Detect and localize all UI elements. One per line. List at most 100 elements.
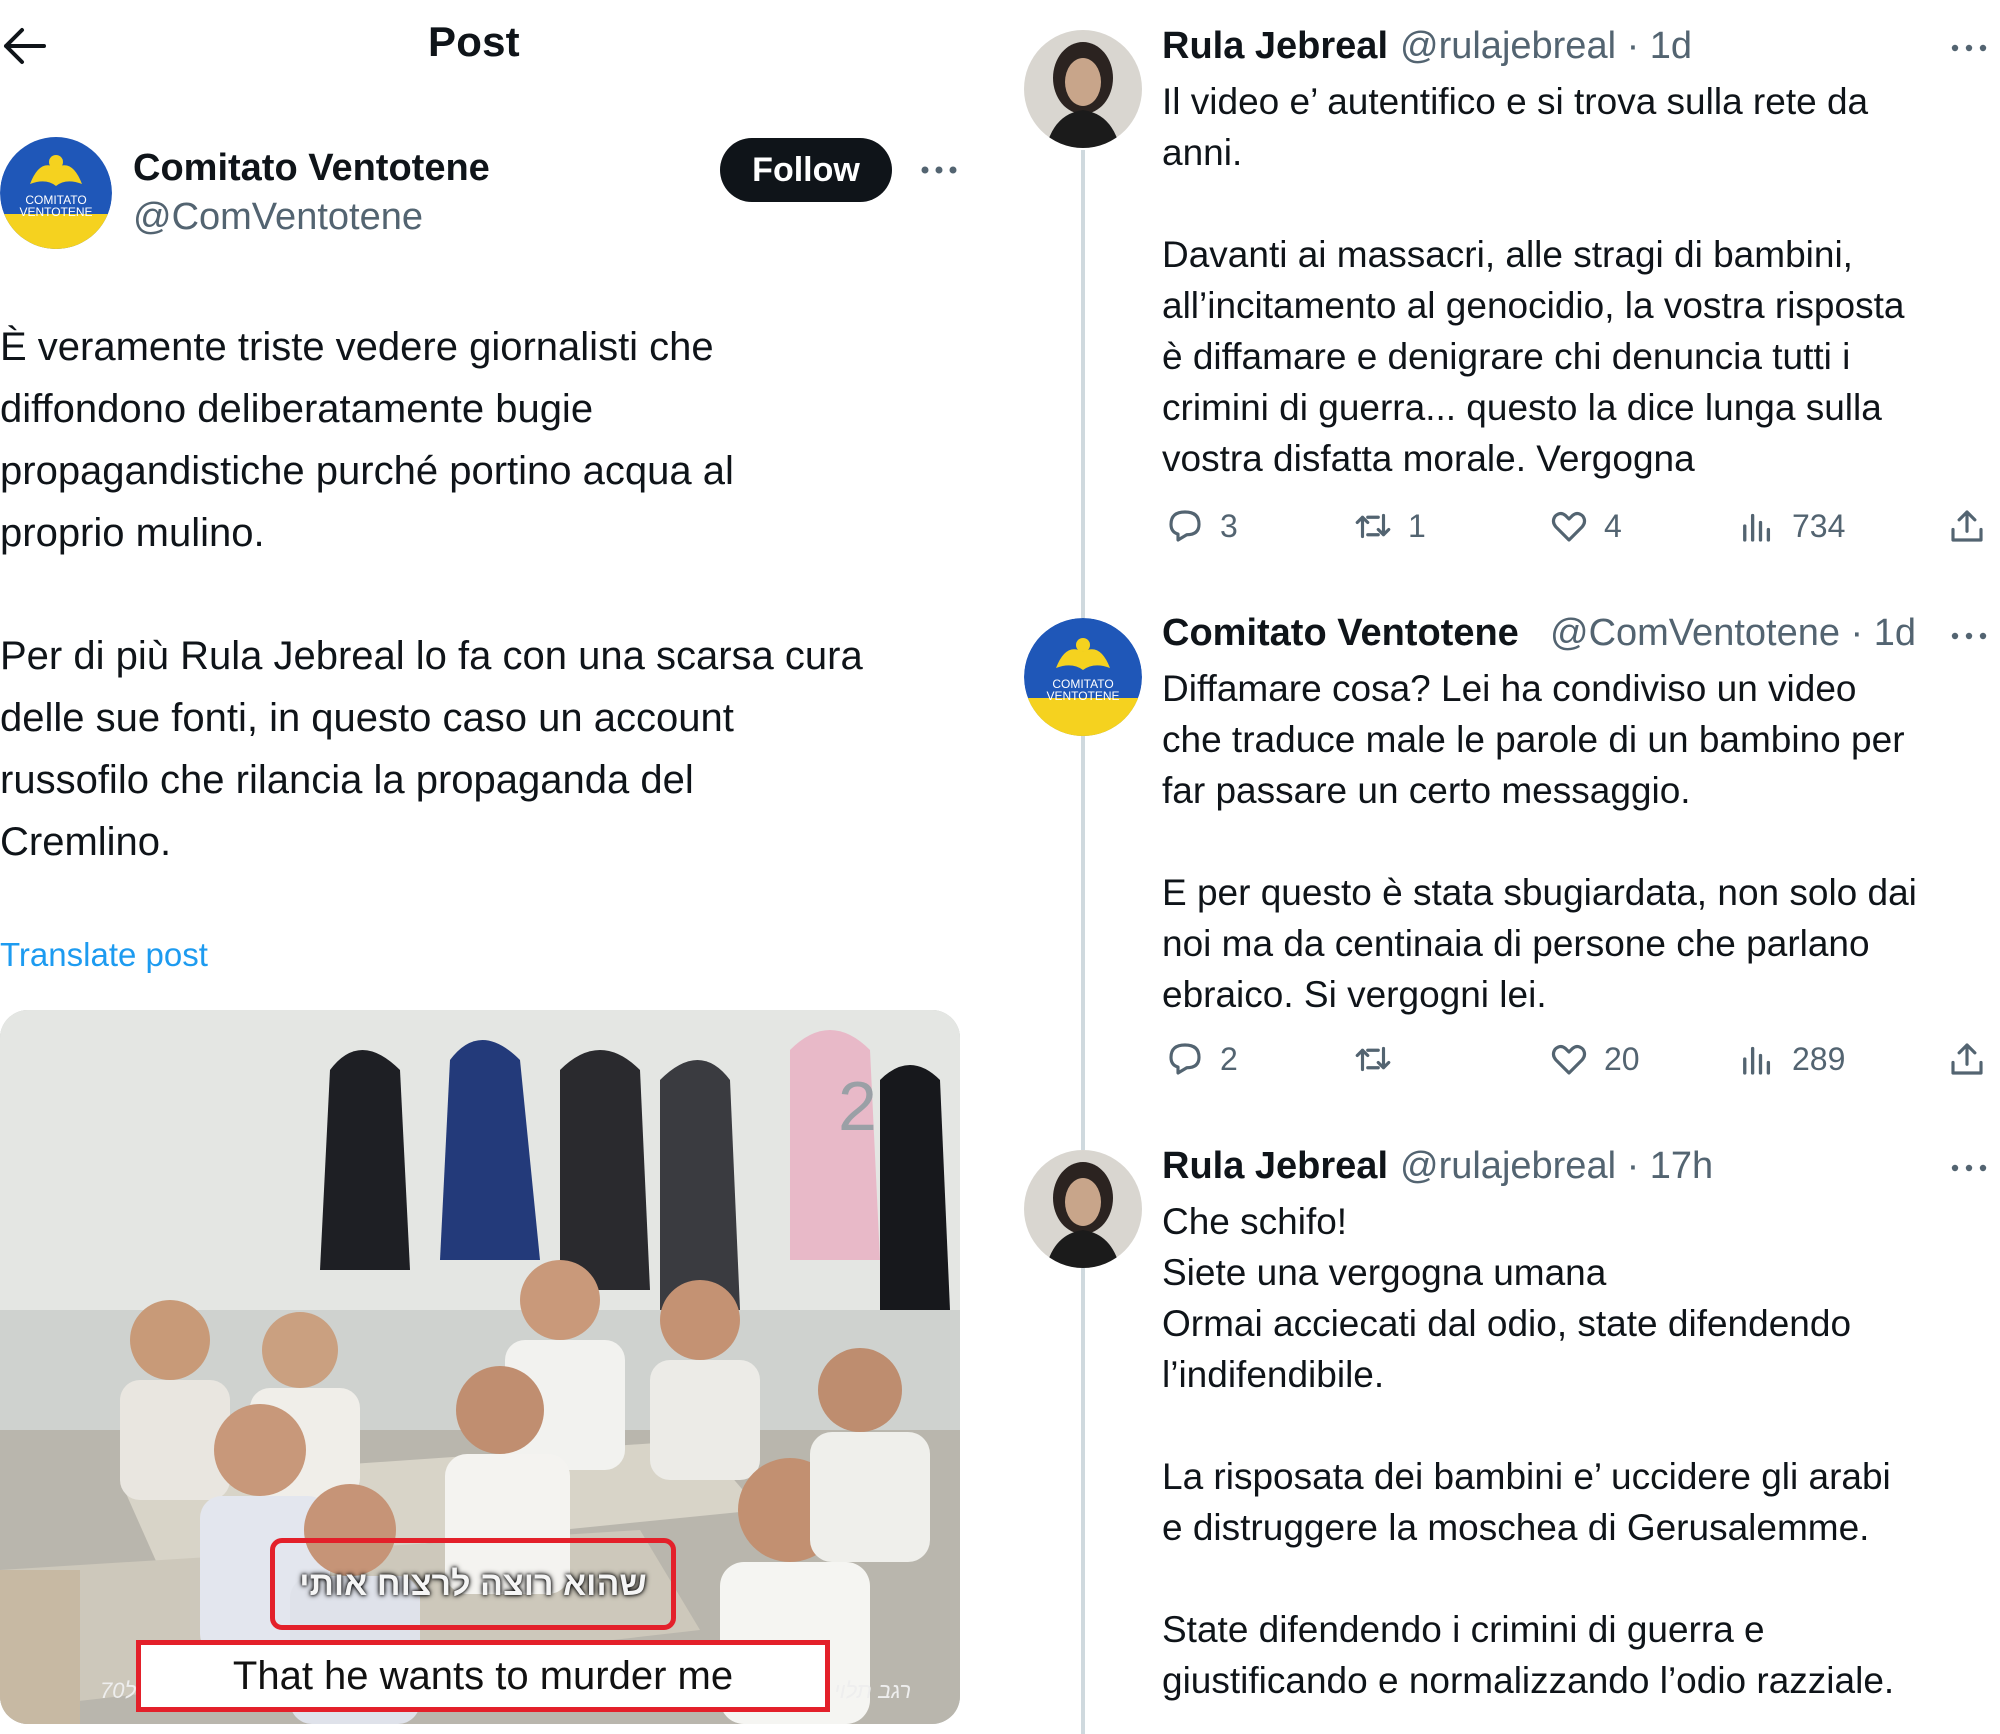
reply-text: Il video e’ autentifico e si trova sulla…	[1162, 76, 1904, 484]
text-line: Diffamare cosa? Lei ha condiviso un vide…	[1162, 668, 1857, 709]
reply-author-name[interactable]: Rula Jebreal	[1162, 25, 1388, 68]
text-line: Che schifo!	[1162, 1201, 1348, 1242]
text-line: crimini di guerra... questo la dice lung…	[1162, 387, 1882, 428]
back-arrow-icon	[4, 28, 46, 64]
repost-count: 1	[1408, 507, 1426, 544]
author-name[interactable]: Comitato Ventotene	[133, 147, 490, 190]
author-handle[interactable]: @ComVentotene	[133, 196, 423, 239]
author-avatar[interactable]: COMITATO VENTOTENE	[0, 136, 112, 250]
text-line	[1162, 1553, 1894, 1604]
share-action[interactable]	[1946, 1038, 1988, 1080]
video-corner-number: 2	[838, 1067, 877, 1145]
reply-author-name[interactable]: Comitato Ventotene	[1162, 612, 1519, 655]
text-line: Per di più Rula Jebreal lo fa con una sc…	[0, 634, 863, 678]
thread-line	[1081, 150, 1085, 1734]
reply-author-meta[interactable]: @rulajebreal · 1d	[1400, 25, 1692, 68]
reply-author-meta[interactable]: @ComVentotene · 1d	[1550, 612, 1916, 655]
comitato-logo: COMITATO VENTOTENE	[1024, 618, 1142, 736]
video-corner-text-left: ל70	[100, 1678, 137, 1703]
reply-icon	[1169, 1043, 1201, 1075]
translate-post-link[interactable]: Translate post	[0, 936, 208, 974]
text-line: State difendendo i crimini di guerra e	[1162, 1609, 1765, 1650]
reply-count: 2	[1220, 1040, 1238, 1077]
logo-text-line2: VENTOTENE	[1046, 689, 1119, 703]
share-icon	[1951, 1043, 1983, 1075]
text-line: diffondono deliberatamente bugie	[0, 387, 594, 431]
views-count: 734	[1792, 507, 1846, 544]
reply-more-button[interactable]	[1948, 30, 1990, 66]
text-line	[1162, 178, 1904, 229]
more-icon	[1951, 44, 1987, 52]
text-line: noi ma da centinaia di persone che parla…	[1162, 923, 1870, 964]
reply-text: Che schifo! Siete una vergogna umana Orm…	[1162, 1196, 1894, 1706]
more-icon	[1951, 632, 1987, 640]
reply-action[interactable]: 3	[1164, 505, 1238, 547]
reply-avatar-comitato[interactable]: COMITATO VENTOTENE	[1024, 618, 1142, 736]
text-line: Davanti ai massacri, alle stragi di bamb…	[1162, 234, 1853, 275]
like-icon	[1551, 511, 1587, 542]
repost-action[interactable]: 1	[1352, 505, 1426, 547]
page-title: Post	[428, 18, 520, 65]
text-line: Il video e’ autentifico e si trova sulla…	[1162, 81, 1869, 122]
share-icon	[1951, 510, 1983, 542]
comitato-logo: COMITATO VENTOTENE	[0, 137, 112, 249]
video-corner-text-right: רגב תלוי	[834, 1678, 912, 1703]
views-action[interactable]: 734	[1736, 505, 1845, 547]
text-line: E per questo è stata sbugiardata, non so…	[1162, 872, 1917, 913]
reply-author-name[interactable]: Rula Jebreal	[1162, 1145, 1388, 1188]
text-line: vostra disfatta morale. Vergogna	[1162, 438, 1695, 479]
more-icon	[921, 166, 957, 174]
views-count: 289	[1792, 1040, 1846, 1077]
post-paragraph-2: Per di più Rula Jebreal lo fa con una sc…	[0, 625, 863, 873]
reply-author-meta[interactable]: @rulajebreal · 17h	[1400, 1145, 1713, 1188]
text-line: propagandistiche purché portino acqua al	[0, 449, 734, 493]
like-count: 4	[1604, 507, 1622, 544]
text-line	[1162, 816, 1917, 867]
hebrew-caption-highlight: שהוא רוצה לרצוח אותי	[270, 1538, 676, 1630]
repost-action[interactable]	[1352, 1038, 1408, 1080]
reply-text: Diffamare cosa? Lei ha condiviso un vide…	[1162, 663, 1917, 1020]
text-line: proprio mulino.	[0, 511, 265, 555]
views-action[interactable]: 289	[1736, 1038, 1845, 1080]
text-line: Siete una vergogna umana	[1162, 1252, 1607, 1293]
follow-button[interactable]: Follow	[720, 138, 892, 202]
more-icon	[1951, 1164, 1987, 1172]
text-line: La risposata dei bambini e’ uccidere gli…	[1162, 1456, 1891, 1497]
reply-more-button[interactable]	[1948, 1150, 1990, 1186]
text-line: delle sue fonti, in questo caso un accou…	[0, 696, 734, 740]
text-line: giustificando e normalizzando l’odio raz…	[1162, 1660, 1895, 1701]
like-action[interactable]: 4	[1548, 505, 1622, 547]
text-line: è diffamare e denigrare chi denuncia tut…	[1162, 336, 1851, 377]
text-line: anni.	[1162, 132, 1243, 173]
text-line: far passare un certo messaggio.	[1162, 770, 1691, 811]
text-line: russofilo che rilancia la propaganda del	[0, 758, 694, 802]
hebrew-caption: שהוא רוצה לרצוח אותי	[299, 1564, 647, 1603]
like-icon	[1551, 1044, 1587, 1075]
reply-avatar-rula[interactable]	[1024, 30, 1142, 148]
logo-text-line2: VENTOTENE	[19, 205, 92, 219]
like-count: 20	[1604, 1040, 1640, 1077]
reply-avatar-rula[interactable]	[1024, 1150, 1142, 1268]
text-line: Cremlino.	[0, 820, 172, 864]
text-line: che traduce male le parole di un bambino…	[1162, 719, 1905, 760]
back-button[interactable]	[0, 22, 52, 70]
views-icon	[1743, 1046, 1771, 1075]
english-caption: That he wants to murder me	[232, 1653, 734, 1698]
text-line: all’incitamento al genocidio, la vostra …	[1162, 285, 1905, 326]
like-action[interactable]: 20	[1548, 1038, 1640, 1080]
reply-more-button[interactable]	[1948, 618, 1990, 654]
repost-icon	[1355, 513, 1391, 539]
profile-photo	[1024, 1150, 1142, 1268]
more-button[interactable]	[918, 150, 960, 190]
text-line	[1162, 1400, 1894, 1451]
text-line: e distruggere la moschea di Gerusalemme.	[1162, 1507, 1870, 1548]
text-line: ebraico. Si vergogni lei.	[1162, 974, 1547, 1015]
share-action[interactable]	[1946, 505, 1988, 547]
reply-action[interactable]: 2	[1164, 1038, 1238, 1080]
text-line: È veramente triste vedere giornalisti ch…	[0, 325, 714, 369]
english-caption-box: That he wants to murder me	[136, 1640, 830, 1712]
profile-photo	[1024, 30, 1142, 148]
reply-icon	[1169, 510, 1201, 542]
reply-count: 3	[1220, 507, 1238, 544]
post-paragraph-1: È veramente triste vedere giornalisti ch…	[0, 316, 734, 564]
